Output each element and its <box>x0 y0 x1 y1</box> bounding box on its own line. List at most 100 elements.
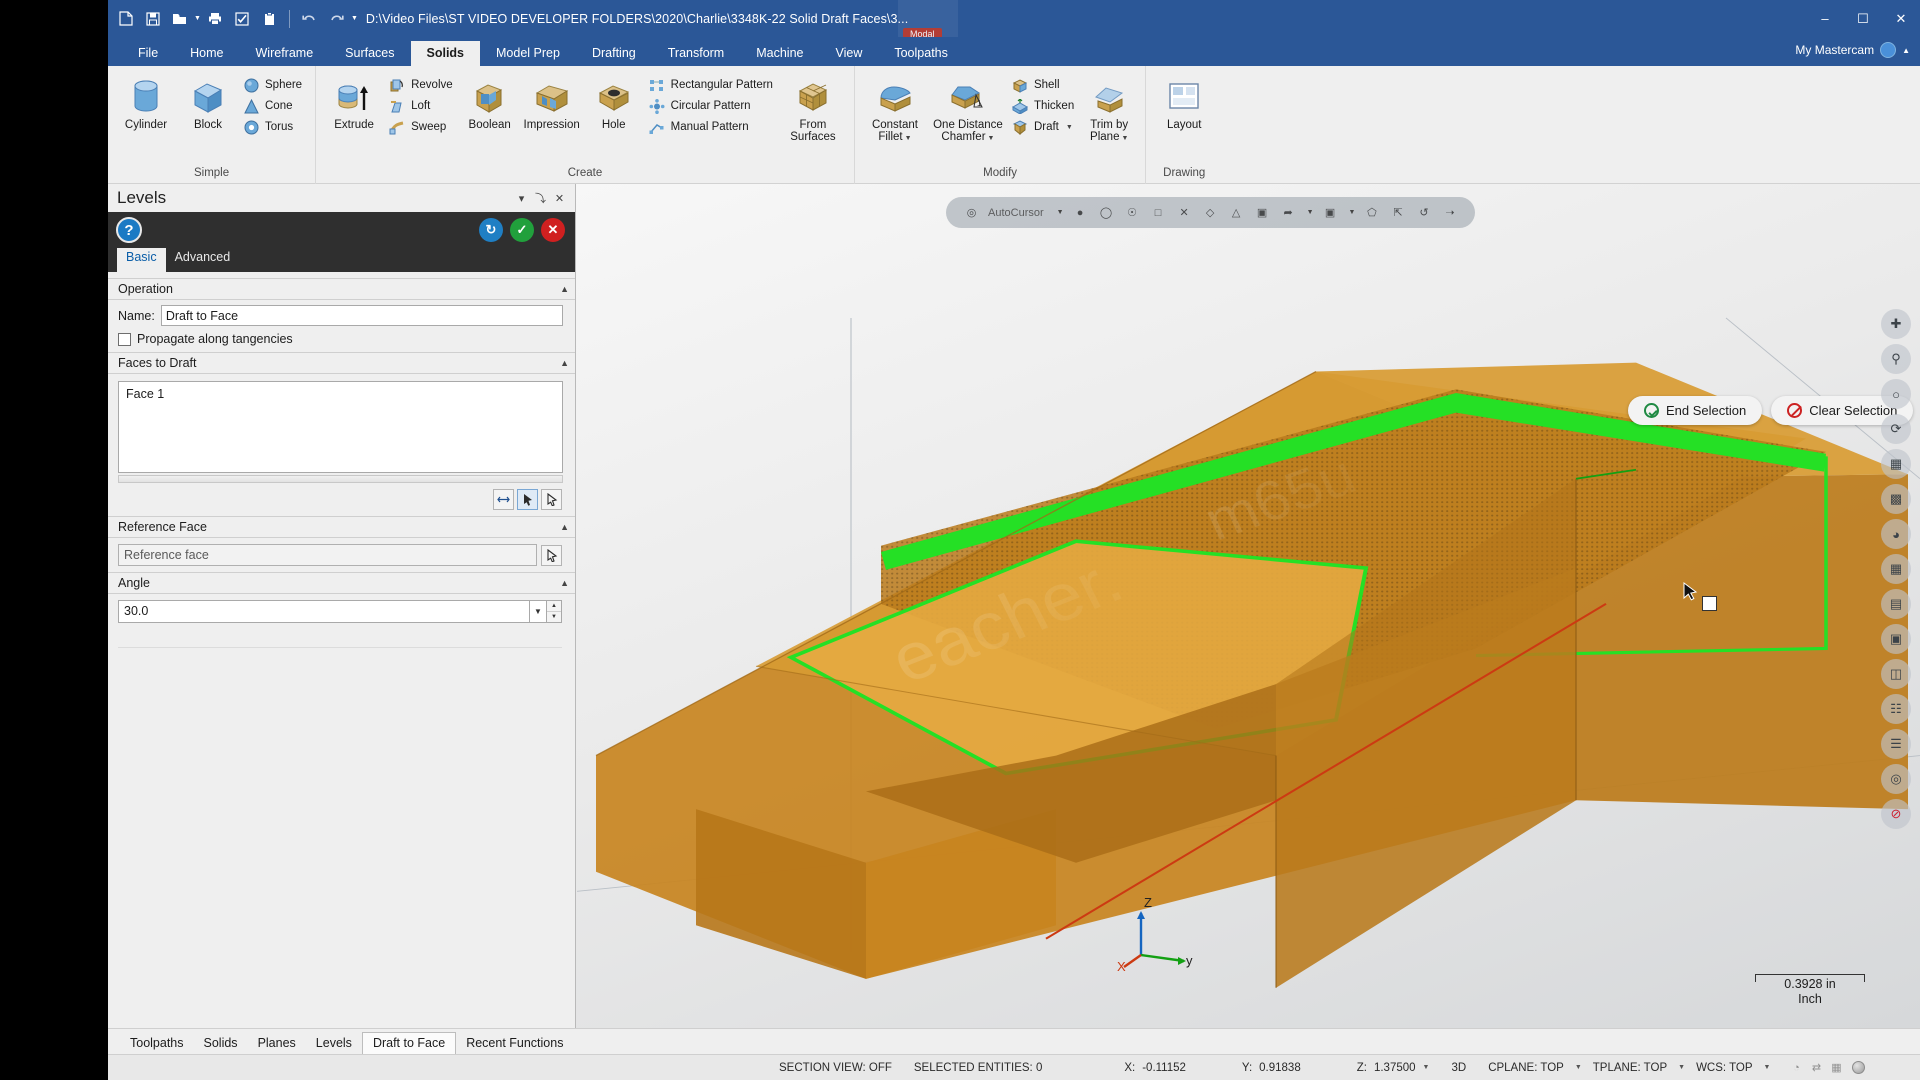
status-wcs[interactable]: WCS: TOP <box>1685 1062 1763 1074</box>
midpoint-snap-icon[interactable]: ◯ <box>1097 203 1116 222</box>
flip-direction-button[interactable] <box>493 489 514 510</box>
reselect-faces-button[interactable] <box>541 489 562 510</box>
autocursor-caret[interactable]: ▼ <box>1057 209 1064 216</box>
section-angle-header[interactable]: Angle ▲ <box>108 572 575 594</box>
tab-surfaces[interactable]: Surfaces <box>329 41 410 66</box>
block-button[interactable]: Block <box>177 73 239 134</box>
print-icon[interactable] <box>203 6 228 31</box>
panel-pin-button[interactable]: ⤵ <box>531 189 550 208</box>
angle-value[interactable]: 30.0 <box>118 600 530 623</box>
layout-button[interactable]: Layout <box>1153 73 1215 134</box>
wireframe-view-icon[interactable]: ▦ <box>1881 554 1911 584</box>
list-item[interactable]: Face 1 <box>126 387 555 401</box>
material-view-icon[interactable]: ▣ <box>1881 624 1911 654</box>
boolean-button[interactable]: Boolean <box>459 73 521 134</box>
coord-z-caret[interactable]: ▼ <box>1423 1064 1430 1071</box>
verify-select-icon[interactable]: ➝ <box>1440 203 1459 222</box>
circular-pattern-button[interactable]: Circular Pattern <box>645 96 779 116</box>
one-distance-chamfer-caret[interactable]: ▼ <box>988 135 995 142</box>
intersection-snap-icon[interactable]: ✕ <box>1175 203 1194 222</box>
angle-stepper-up[interactable]: ▲ <box>547 601 561 612</box>
close-button[interactable]: ✕ <box>1882 0 1920 37</box>
point-snap-icon[interactable]: ● <box>1071 203 1090 222</box>
sphere-button[interactable]: Sphere <box>239 75 308 95</box>
status-cplane[interactable]: CPLANE: TOP <box>1477 1062 1575 1074</box>
tab-home[interactable]: Home <box>174 41 239 66</box>
autocursor-toolbar[interactable]: ◎ AutoCursor ▼ ● ◯ ☉ □ ✕ ◇ △ ▣ ➦ ▼ ▣ ▼ ⬠… <box>946 197 1476 228</box>
window-select-icon[interactable]: ▣ <box>1321 203 1340 222</box>
bottom-tab-solids[interactable]: Solids <box>194 1033 248 1054</box>
revolve-button[interactable]: Revolve <box>385 75 459 95</box>
angle-stepper-down[interactable]: ▼ <box>547 612 561 622</box>
propagate-tangencies-checkbox[interactable] <box>118 332 131 346</box>
vector-select-icon[interactable]: ⇱ <box>1388 203 1407 222</box>
panel-menu-button[interactable]: ▾ <box>512 189 531 208</box>
qat-more-caret[interactable]: ▼ <box>351 15 358 22</box>
status-tplane[interactable]: TPLANE: TOP <box>1582 1062 1678 1074</box>
one-distance-chamfer-button[interactable]: 1 One Distance Chamfer ▼ <box>928 73 1008 148</box>
sweep-button[interactable]: Sweep <box>385 117 459 137</box>
tab-toolpaths[interactable]: Toolpaths <box>878 41 964 66</box>
front-view-icon[interactable]: ▩ <box>1881 484 1911 514</box>
hide-entity-icon[interactable]: ⊘ <box>1881 799 1911 829</box>
unzoom-icon[interactable]: ○ <box>1881 379 1911 409</box>
cursor-select-icon[interactable]: ➦ <box>1279 203 1298 222</box>
draft-button[interactable]: Draft ▼ <box>1008 117 1080 137</box>
solid-select-icon[interactable]: ▣ <box>1253 203 1272 222</box>
tab-transform[interactable]: Transform <box>652 41 741 66</box>
trim-by-plane-button[interactable]: Trim by Plane ▼ <box>1080 73 1138 148</box>
paste-icon[interactable] <box>257 6 282 31</box>
bottom-tab-planes[interactable]: Planes <box>248 1033 306 1054</box>
manual-pattern-button[interactable]: Manual Pattern <box>645 117 779 137</box>
panel-close-button[interactable]: ✕ <box>550 189 569 208</box>
open-dropdown-caret[interactable]: ▼ <box>194 15 201 22</box>
bottom-tab-levels[interactable]: Levels <box>306 1033 362 1054</box>
shell-button[interactable]: Shell <box>1008 75 1080 95</box>
ribbon-collapse-caret[interactable]: ▲ <box>1902 46 1910 55</box>
end-selection-button[interactable]: End Selection <box>1628 396 1763 425</box>
loft-button[interactable]: Loft <box>385 96 459 116</box>
account-area[interactable]: My Mastercam ▲ <box>1795 42 1910 58</box>
new-file-icon[interactable] <box>113 6 138 31</box>
isometric-view-icon[interactable]: ▦ <box>1881 449 1911 479</box>
section-faces-to-draft-header[interactable]: Faces to Draft ▲ <box>108 352 575 374</box>
cursor-select-caret[interactable]: ▼ <box>1307 209 1314 216</box>
hole-button[interactable]: Hole <box>583 73 645 134</box>
polygon-select-icon[interactable]: ⬠ <box>1362 203 1381 222</box>
trim-by-plane-caret[interactable]: ▼ <box>1121 135 1128 142</box>
help-button[interactable]: ? <box>116 217 142 243</box>
section-angle-collapse-icon[interactable]: ▲ <box>560 578 569 588</box>
section-view-icon[interactable]: ◫ <box>1881 659 1911 689</box>
quadrant-snap-icon[interactable]: ◇ <box>1201 203 1220 222</box>
tplane-caret[interactable]: ▼ <box>1678 1064 1685 1071</box>
status-view-mode[interactable]: 3D <box>1440 1062 1477 1074</box>
rectangular-pattern-button[interactable]: Rectangular Pattern <box>645 75 779 95</box>
autocursor-icon[interactable]: ◎ <box>962 203 981 222</box>
draft-caret[interactable]: ▼ <box>1066 124 1073 131</box>
window-select-caret[interactable]: ▼ <box>1349 209 1356 216</box>
tab-file[interactable]: File <box>122 41 174 66</box>
save-icon[interactable] <box>140 6 165 31</box>
ok-button[interactable]: ✓ <box>510 218 534 242</box>
section-faces-to-draft-collapse-icon[interactable]: ▲ <box>560 358 569 368</box>
undo-icon[interactable] <box>297 6 322 31</box>
tab-model-prep[interactable]: Model Prep <box>480 41 576 66</box>
bottom-tab-draft-to-face[interactable]: Draft to Face <box>361 1032 457 1054</box>
torus-button[interactable]: Torus <box>239 117 308 137</box>
wcs-caret[interactable]: ▼ <box>1764 1064 1771 1071</box>
account-avatar-icon[interactable] <box>1880 42 1897 58</box>
cone-button[interactable]: Cone <box>239 96 308 116</box>
tab-view[interactable]: View <box>819 41 878 66</box>
cylinder-button[interactable]: Cylinder <box>115 73 177 134</box>
section-operation-header[interactable]: Operation ▲ <box>108 278 575 300</box>
section-operation-collapse-icon[interactable]: ▲ <box>560 284 569 294</box>
tab-basic[interactable]: Basic <box>117 248 166 272</box>
faces-to-draft-list[interactable]: Face 1 <box>118 381 563 473</box>
cancel-button[interactable]: ✕ <box>541 218 565 242</box>
endpoint-snap-icon[interactable]: □ <box>1149 203 1168 222</box>
section-reference-face-header[interactable]: Reference Face ▲ <box>108 516 575 538</box>
redo-icon[interactable] <box>324 6 349 31</box>
tab-drafting[interactable]: Drafting <box>576 41 652 66</box>
apply-button[interactable]: ↻ <box>479 218 503 242</box>
check-document-icon[interactable] <box>230 6 255 31</box>
